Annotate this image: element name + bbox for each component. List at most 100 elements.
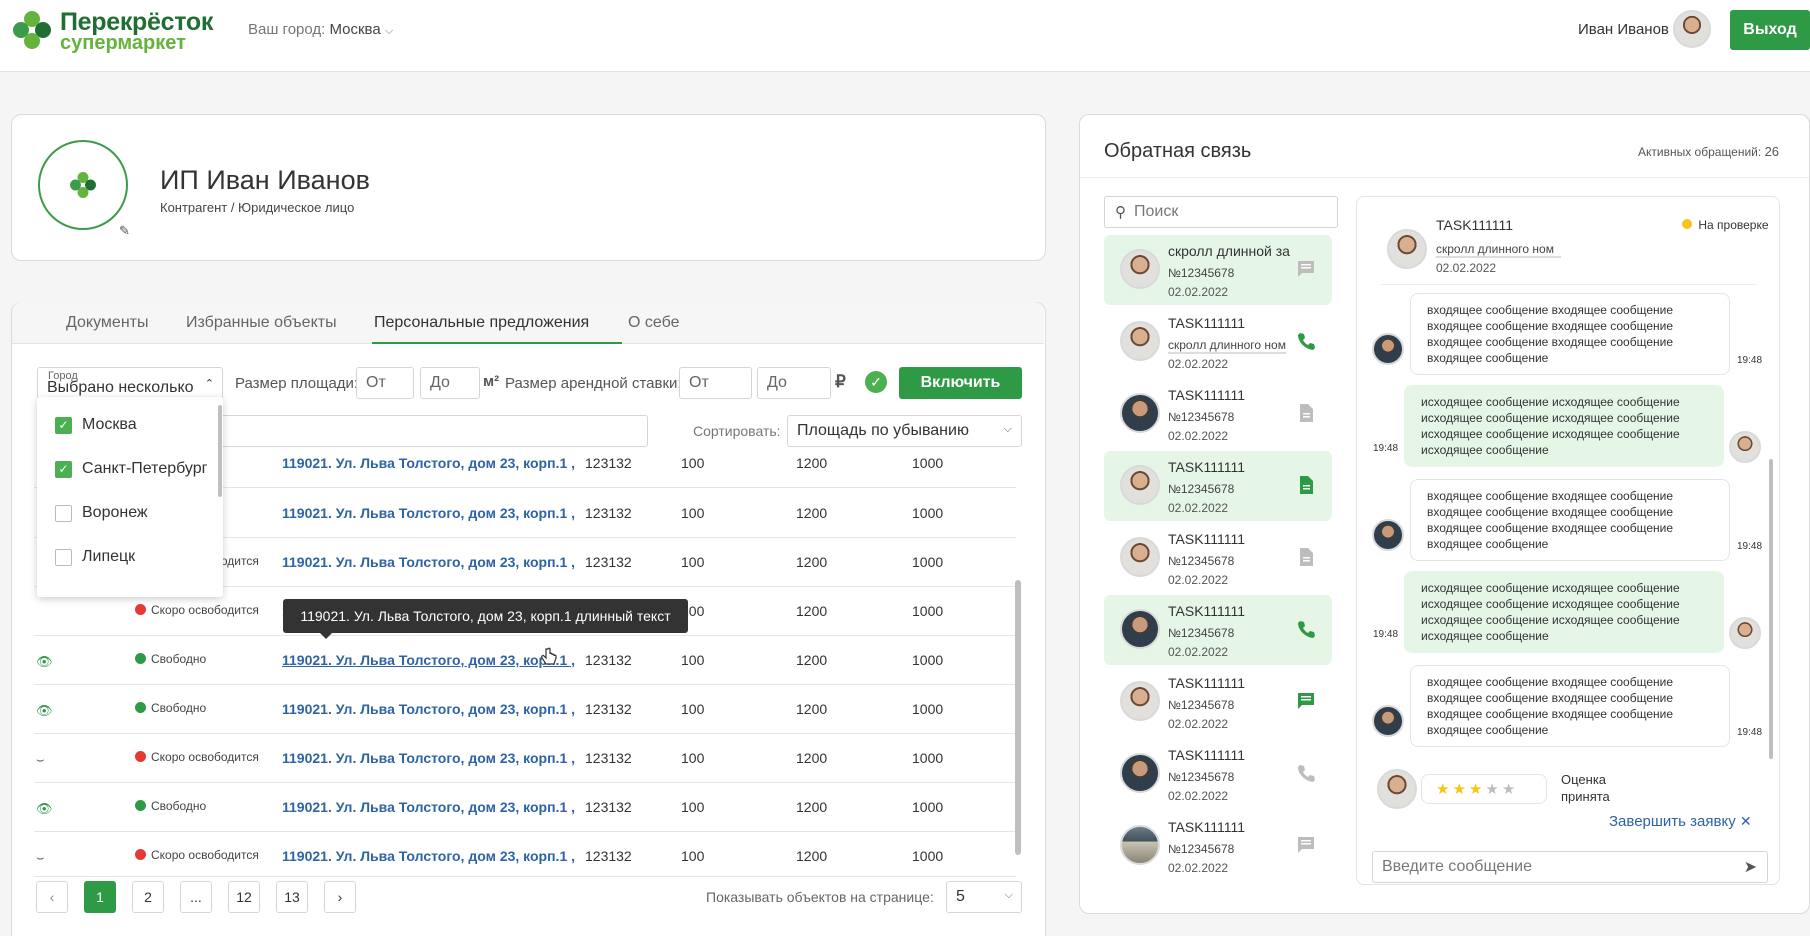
ticket-item[interactable]: TASK111111 №12345678 02.02.2022 <box>1104 379 1332 449</box>
ticket-title: TASK111111 <box>1168 315 1246 331</box>
chat-status: На проверке <box>1682 218 1769 232</box>
ticket-date: 02.02.2022 <box>1168 861 1229 875</box>
checkbox-empty-icon[interactable] <box>55 504 72 522</box>
checkbox-checked-icon[interactable]: ✓ <box>55 460 72 478</box>
rating-avatar <box>1377 769 1417 809</box>
active-requests-label: Активных обращений: <box>1638 145 1762 159</box>
eye-icon[interactable]: 👁 <box>36 801 53 817</box>
rent-to-input[interactable]: До <box>757 367 831 399</box>
ticket-number: №12345678 <box>1168 482 1235 496</box>
star-filled-icon[interactable]: ★ <box>1436 781 1452 798</box>
chevron-up-icon: ⌃ <box>204 378 214 390</box>
pencil-icon[interactable]: ✎ <box>119 223 130 239</box>
send-icon[interactable]: ➤ <box>1744 857 1757 877</box>
status-dot-icon <box>135 653 146 664</box>
message-input[interactable]: Введите сообщение ➤ <box>1372 851 1768 883</box>
city-option[interactable]: ✓ Санкт-Петербург <box>55 460 207 478</box>
address-link[interactable]: 119021. Ул. Льва Толстого, дом 23, корп.… <box>282 848 575 864</box>
outgoing-message: исходящее сообщение исходящее сообщение … <box>1404 385 1724 467</box>
chat-scrollbar[interactable] <box>1769 459 1773 759</box>
eye-closed-icon[interactable]: ⌣ <box>36 850 45 866</box>
apply-filter-button[interactable]: Включить <box>899 367 1022 399</box>
city-filter-select[interactable]: Город Выбрано несколько ⌃ <box>37 367 223 399</box>
table-row[interactable]: 👁 Свободно 119021. Ул. Льва Толстого, дом … <box>34 685 1016 734</box>
ticket-item[interactable]: TASK111111 №12345678 02.02.2022 <box>1104 523 1332 593</box>
ticket-number: №12345678 <box>1168 698 1235 712</box>
ticket-title: TASK111111 <box>1168 819 1246 835</box>
city-option[interactable]: Липецк <box>55 548 135 566</box>
tab-documents[interactable]: Документы <box>66 314 148 332</box>
profile-title: ИП Иван Иванов <box>160 165 370 195</box>
ticket-item[interactable]: TASK111111 №12345678 02.02.2022 <box>1104 739 1332 809</box>
ticket-item[interactable]: TASK111111 №12345678 02.02.2022 <box>1104 595 1332 665</box>
ticket-search-input[interactable]: ⚲ Поиск <box>1104 196 1338 228</box>
object-value-1: 100 <box>681 455 705 471</box>
city-option-label: Москва <box>82 416 137 433</box>
checkbox-checked-icon[interactable]: ✓ <box>55 416 72 434</box>
table-row[interactable]: ⌣ Скоро освободится 119021. Ул. Льва Толст… <box>34 832 1016 877</box>
page-12-button[interactable]: 12 <box>228 881 260 913</box>
rating-stars[interactable]: ★★★★★ <box>1421 774 1547 804</box>
per-page-select[interactable]: 5 ⌵ <box>946 881 1022 913</box>
page-13-button[interactable]: 13 <box>276 881 308 913</box>
address-link[interactable]: 119021. Ул. Льва Толстого, дом 23, корп.… <box>282 750 575 766</box>
user-avatar[interactable] <box>1673 10 1711 48</box>
star-filled-icon[interactable]: ★ <box>1469 781 1485 798</box>
table-scrollbar[interactable] <box>1015 580 1021 855</box>
star-empty-icon[interactable]: ★ <box>1502 781 1518 798</box>
tab-favorites[interactable]: Избранные объекты <box>186 314 337 332</box>
pagination-prev[interactable]: ‹ <box>36 881 68 913</box>
ticket-item[interactable]: скролл длинной за №12345678 02.02.2022 <box>1104 235 1332 305</box>
user-name[interactable]: Иван Иванов <box>1578 21 1669 38</box>
page-ellipsis[interactable]: ... <box>180 881 212 913</box>
city-option[interactable]: Воронеж <box>55 504 148 522</box>
eye-icon[interactable]: 👁 <box>36 703 53 719</box>
address-link[interactable]: 119021. Ул. Льва Толстого, дом 23, корп.… <box>282 701 575 717</box>
chevron-down-icon: ⌵ <box>1004 889 1013 901</box>
star-filled-icon[interactable]: ★ <box>1452 781 1468 798</box>
status-badge: Скоро освободится <box>135 603 259 617</box>
city-dropdown: ✓ Москва ✓ Санкт-Петербург Воронеж Липецк <box>37 397 223 597</box>
eye-closed-icon[interactable]: ⌣ <box>36 752 45 768</box>
dropdown-scrollbar[interactable] <box>218 405 222 497</box>
pagination-next[interactable]: › <box>324 881 356 913</box>
address-link[interactable]: 119021. Ул. Льва Толстого, дом 23, корп.… <box>282 799 575 815</box>
address-link[interactable]: 119021. Ул. Льва Толстого, дом 23, корп.… <box>282 455 575 471</box>
clover-logo-icon <box>70 172 96 198</box>
check-circle-icon[interactable]: ✓ <box>865 371 887 393</box>
ticket-item[interactable]: TASK111111 №12345678 02.02.2022 <box>1104 667 1332 737</box>
checkbox-empty-icon[interactable] <box>55 548 72 566</box>
eye-icon[interactable]: 👁 <box>36 654 53 670</box>
table-row[interactable]: 👁 Свободно 119021. Ул. Льва Толстого, дом … <box>34 636 1016 685</box>
rent-label: Размер арендной ставки: <box>505 375 682 392</box>
phone-icon <box>1298 621 1315 638</box>
ticket-item[interactable]: TASK111111 №12345678 02.02.2022 <box>1104 451 1332 521</box>
status-badge: Свободно <box>135 799 206 813</box>
area-from-input[interactable]: От <box>356 367 414 399</box>
object-value-1: 100 <box>681 799 705 815</box>
ticket-item[interactable]: TASK111111 скролл длинного ном 02.02.202… <box>1104 307 1332 377</box>
area-to-input[interactable]: До <box>420 367 480 399</box>
city-option[interactable]: ✓ Москва <box>55 416 137 434</box>
table-row[interactable]: ⌣ Скоро освободится 119021. Ул. Льва Толст… <box>34 734 1016 783</box>
address-link[interactable]: 119021. Ул. Льва Толстого, дом 23, корп.… <box>282 505 575 521</box>
object-code: 123132 <box>585 750 632 766</box>
chat-task-title: TASK111111 <box>1436 217 1514 233</box>
chat-subtitle: скролл длинного ном <box>1436 242 1561 258</box>
logo[interactable]: Перекрёсток супермаркет <box>10 8 213 54</box>
finish-request-link[interactable]: Завершить заявку ✕ <box>1609 813 1752 830</box>
tab-about[interactable]: О себе <box>628 314 680 332</box>
table-row[interactable]: 👁 Свободно 119021. Ул. Льва Толстого, дом … <box>34 783 1016 832</box>
city-selector[interactable]: Ваш город: Москва ⌵ <box>248 21 393 38</box>
exit-button[interactable]: Выход <box>1730 10 1810 50</box>
address-link[interactable]: 119021. Ул. Льва Толстого, дом 23, корп.… <box>282 652 575 668</box>
page-2-button[interactable]: 2 <box>132 881 164 913</box>
star-empty-icon[interactable]: ★ <box>1485 781 1501 798</box>
rent-from-input[interactable]: От <box>679 367 752 399</box>
ticket-item[interactable]: TASK111111 №12345678 02.02.2022 <box>1104 811 1332 881</box>
profile-logo[interactable] <box>38 140 128 230</box>
tab-personal-offers[interactable]: Персональные предложения <box>374 314 589 332</box>
address-link[interactable]: 119021. Ул. Льва Толстого, дом 23, корп.… <box>282 554 575 570</box>
city-value: Москва <box>329 21 381 38</box>
page-1-button[interactable]: 1 <box>84 881 116 913</box>
